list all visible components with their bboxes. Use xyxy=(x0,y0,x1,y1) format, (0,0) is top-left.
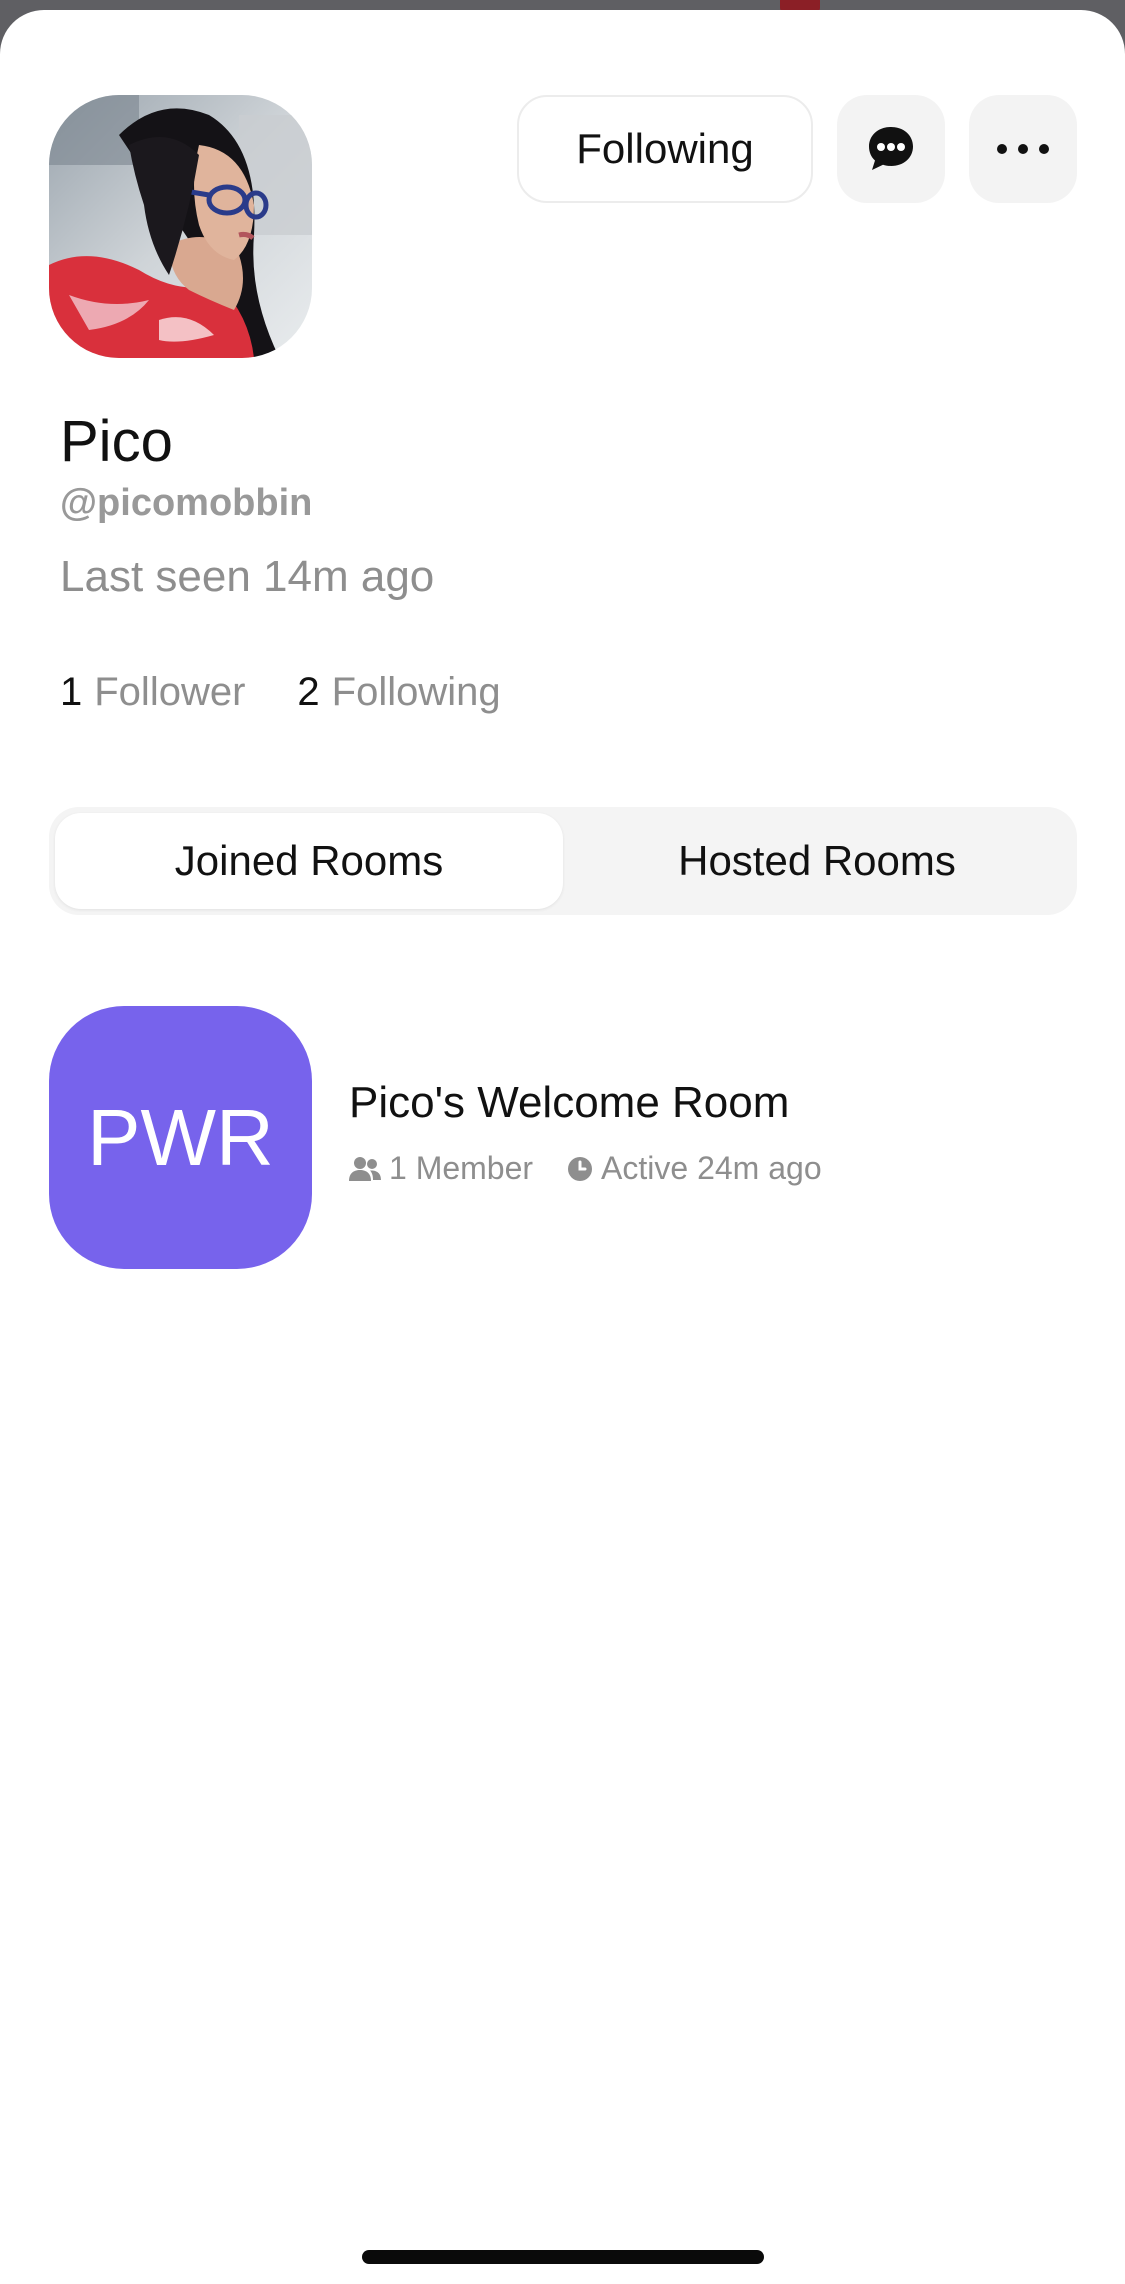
following-button-label: Following xyxy=(576,125,754,172)
profile-avatar[interactable] xyxy=(49,95,312,358)
profile-sheet: Following Pico @picomobbin Last seen 14m… xyxy=(0,10,1125,2284)
following-count: 2 xyxy=(297,670,320,714)
more-options-button[interactable] xyxy=(969,95,1077,203)
follow-stats: 1 Follower 2 Following xyxy=(60,670,501,715)
room-members: 1 Member xyxy=(349,1150,533,1187)
followers-label: Follower xyxy=(94,670,246,714)
followers-count: 1 xyxy=(60,670,83,714)
followers-stat[interactable]: 1 Follower xyxy=(60,670,245,715)
room-meta: 1 Member Active 24m ago xyxy=(349,1150,822,1187)
room-avatar: PWR xyxy=(49,1006,312,1269)
following-label: Following xyxy=(331,670,501,714)
members-icon xyxy=(349,1156,381,1181)
tab-hosted-rooms[interactable]: Hosted Rooms xyxy=(563,813,1071,909)
following-button[interactable]: Following xyxy=(517,95,813,203)
rooms-segmented-control: Joined Rooms Hosted Rooms xyxy=(49,807,1077,915)
tab-hosted-rooms-label: Hosted Rooms xyxy=(678,837,956,884)
room-members-label: 1 Member xyxy=(389,1150,534,1186)
clock-icon xyxy=(568,1156,593,1181)
tab-joined-rooms[interactable]: Joined Rooms xyxy=(55,813,563,909)
profile-handle: @picomobbin xyxy=(60,482,313,524)
room-activity: Active 24m ago xyxy=(567,1150,822,1187)
room-activity-label: Active 24m ago xyxy=(601,1150,822,1186)
tab-joined-rooms-label: Joined Rooms xyxy=(174,837,444,884)
last-seen-status: Last seen 14m ago xyxy=(60,552,435,601)
chat-bubble-icon xyxy=(869,127,913,170)
room-initials: PWR xyxy=(87,1092,274,1182)
profile-name: Pico xyxy=(60,409,173,474)
profile-photo-image xyxy=(49,95,312,358)
room-title: Pico's Welcome Room xyxy=(349,1078,790,1127)
more-horizontal-icon xyxy=(997,144,1049,154)
home-indicator xyxy=(362,2250,764,2264)
room-list-item[interactable]: PWR Pico's Welcome Room 1 Member Active … xyxy=(49,1006,1077,1269)
message-button[interactable] xyxy=(837,95,945,203)
following-stat[interactable]: 2 Following xyxy=(297,670,500,715)
